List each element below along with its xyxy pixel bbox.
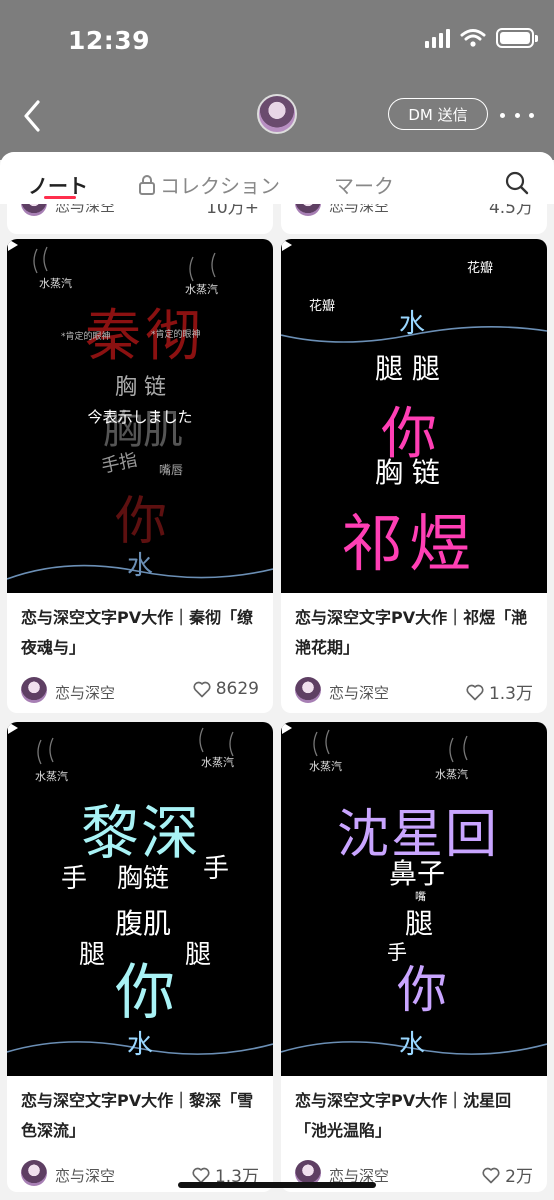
tab-bar: ノート コレクション マーク [0, 152, 554, 204]
word-label: 腹肌 [115, 907, 172, 940]
chevron-left-icon [24, 100, 40, 132]
video-thumbnail[interactable]: 水蒸汽 水蒸汽 秦彻 *肯定的眼神 *肯定的眼神 胸 链 胸肌 今表示しました … [7, 239, 273, 593]
card-footer: 恋与深空 8629 [7, 673, 273, 713]
word-label: 腿 [185, 940, 212, 970]
author-name: 恋与深空 [55, 204, 116, 215]
play-icon [8, 239, 18, 251]
battery-icon [496, 28, 538, 48]
word-label: 鼻子 [389, 857, 446, 890]
wifi-icon [460, 29, 486, 47]
partial-card[interactable]: 恋与深空 10万+ [7, 204, 273, 234]
author-avatar[interactable] [295, 677, 321, 703]
top-bar: 12:39 DM 送信 [0, 0, 554, 160]
author-avatar [21, 204, 47, 216]
status-icons [425, 28, 538, 48]
home-indicator[interactable] [178, 1182, 376, 1188]
word-label: 腿 [79, 940, 106, 970]
word-label: 你 [115, 958, 175, 1028]
word-label: 嘴唇 [159, 463, 184, 477]
heart-icon [193, 681, 211, 698]
like-count: 10万+ [206, 204, 259, 218]
note-card[interactable]: 水蒸汽 水蒸汽 黎深 手 胸链 手 腹肌 腿 你 腿 水 恋与深空文字PV大作｜… [7, 722, 273, 1192]
card-title[interactable]: 恋与深空文字PV大作｜黎深「雪色深流」 [7, 1076, 273, 1156]
like-count: 8629 [215, 679, 259, 699]
word-label: 水蒸汽 [35, 770, 68, 783]
word-label: 你 [397, 961, 447, 1019]
word-label: 花瓣 [309, 299, 336, 314]
video-thumbnail[interactable]: 水蒸汽 水蒸汽 沈星回 鼻子 嘴 腿 手 你 水 [281, 722, 547, 1076]
signal-icon [425, 28, 450, 48]
dot-icon [500, 112, 505, 118]
word-label: *肯定的眼神 [61, 332, 111, 342]
dm-send-button[interactable]: DM 送信 [388, 98, 488, 130]
word-label: 你 [115, 492, 168, 552]
play-icon [282, 722, 292, 734]
back-button[interactable] [18, 98, 48, 134]
search-icon [505, 171, 529, 195]
word-label: 水 [127, 551, 154, 581]
note-card[interactable]: 水蒸汽 水蒸汽 沈星回 鼻子 嘴 腿 手 你 水 恋与深空文字PV大作｜沈星回「… [281, 722, 547, 1192]
author-name[interactable]: 恋与深空 [329, 682, 389, 703]
word-label: 水蒸汽 [39, 277, 72, 290]
video-thumbnail[interactable]: 水蒸汽 水蒸汽 黎深 手 胸链 手 腹肌 腿 你 腿 水 [7, 722, 273, 1076]
author-avatar [295, 204, 321, 216]
author-avatar[interactable] [21, 1160, 47, 1186]
card-title[interactable]: 恋与深空文字PV大作｜祁煜「滟滟花期」 [281, 593, 547, 673]
toast-message: 今表示しました [87, 408, 193, 426]
steam-wave-graphic [281, 729, 547, 1055]
word-label: 手 [61, 864, 88, 894]
like-count: 1.3万 [488, 684, 533, 704]
video-thumbnail[interactable]: 花瓣 花瓣 水 腿 腿 你 胸 链 祁煜 [281, 239, 547, 593]
word-label: 水蒸汽 [309, 760, 342, 773]
active-tab-indicator [44, 196, 76, 199]
like-button[interactable]: 8629 [192, 679, 259, 699]
dot-icon [529, 112, 534, 118]
note-card[interactable]: 花瓣 花瓣 水 腿 腿 你 胸 链 祁煜 恋与深空文字PV大作｜祁煜「滟滟花期」… [281, 239, 547, 713]
like-button[interactable]: 1.3万 [465, 679, 533, 704]
author-name: 恋与深空 [329, 204, 390, 215]
card-title[interactable]: 恋与深空文字PV大作｜秦彻「缭夜魂与」 [7, 593, 273, 673]
word-label: 水蒸汽 [435, 768, 468, 781]
word-label: 手 [203, 854, 230, 884]
word-label: 胸链 [117, 864, 170, 894]
like-count: 4.5万 [488, 204, 533, 218]
profile-avatar[interactable] [257, 94, 297, 134]
play-icon [8, 722, 18, 734]
word-label: 祁煜 [341, 507, 478, 580]
tab-mark[interactable]: マーク [334, 170, 394, 199]
word-label: 花瓣 [467, 261, 494, 276]
dot-icon [514, 112, 520, 118]
word-label: 水 [399, 309, 426, 339]
more-options-button[interactable] [500, 105, 534, 125]
tab-collection[interactable]: コレクション [138, 170, 280, 199]
tab-notes[interactable]: ノート [28, 170, 88, 199]
play-icon [282, 239, 292, 251]
word-label: *肯定的眼神 [151, 330, 201, 340]
card-footer: 恋与深空 1.3万 [281, 673, 547, 713]
card-title[interactable]: 恋与深空文字PV大作｜沈星回「池光温陷」 [281, 1076, 547, 1156]
note-card[interactable]: 水蒸汽 水蒸汽 秦彻 *肯定的眼神 *肯定的眼神 胸 链 胸肌 今表示しました … [7, 239, 273, 713]
word-label: 水 [127, 1030, 154, 1060]
word-label: 水蒸汽 [201, 756, 234, 769]
author-name[interactable]: 恋与深空 [55, 1165, 115, 1186]
word-label: 水 [399, 1030, 426, 1060]
heart-icon [482, 1167, 500, 1183]
lock-icon [139, 174, 155, 195]
tab-collection-label: コレクション [160, 174, 280, 198]
word-label: 胸 链 [375, 456, 440, 489]
status-time: 12:39 [68, 26, 151, 55]
word-label: 腿 腿 [375, 352, 440, 385]
partial-card[interactable]: 恋与深空 4.5万 [281, 204, 547, 234]
heart-icon [466, 684, 484, 700]
like-button[interactable]: 2万 [481, 1162, 533, 1187]
search-button[interactable] [504, 170, 530, 196]
like-count: 2万 [505, 1167, 533, 1187]
author-avatar[interactable] [21, 677, 47, 703]
author-name[interactable]: 恋与深空 [55, 682, 115, 703]
word-label: 腿 [405, 907, 434, 940]
